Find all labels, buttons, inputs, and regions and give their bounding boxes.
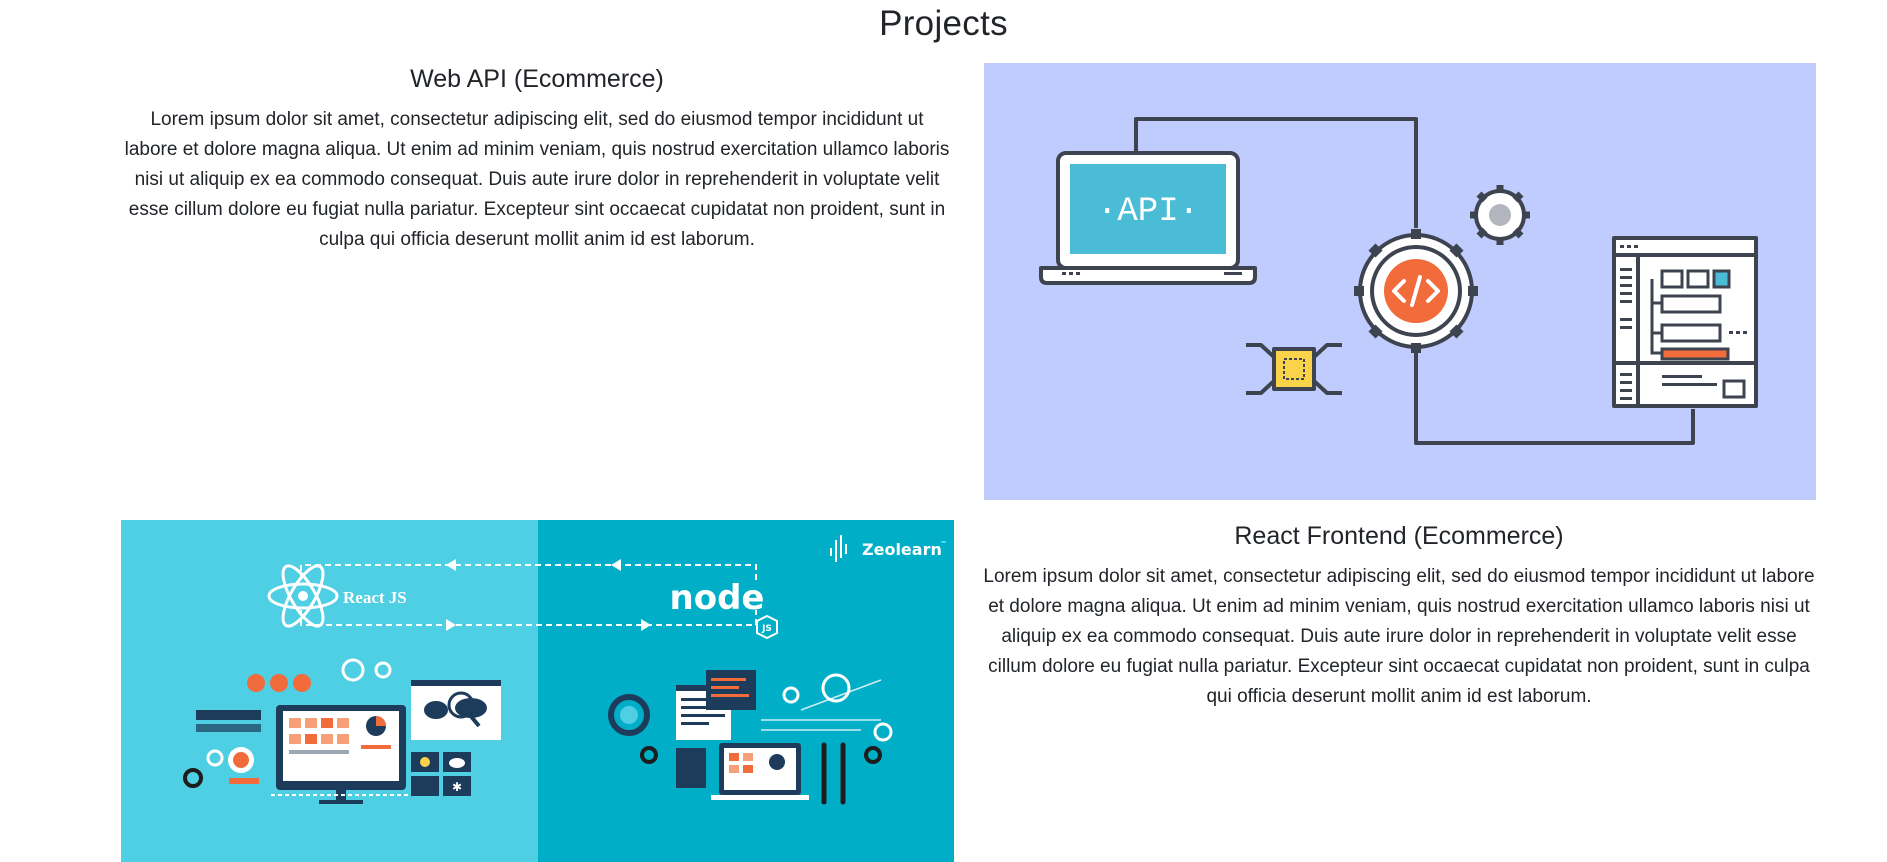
laptop-code-icon [711, 743, 809, 800]
svg-text:™: ™ [940, 540, 947, 548]
brand-label: Zeolearn [862, 540, 942, 559]
svg-text:JS: JS [761, 624, 772, 634]
react-node-illustration: React JS node JS Zeolearn ™ ✱ [121, 520, 954, 862]
react-label: React JS [343, 588, 407, 607]
project-card-react-frontend: React Frontend (Ecommerce) Lorem ipsum d… [983, 520, 1815, 712]
chip-icon [1272, 347, 1316, 391]
page-title: Projects [879, 4, 1008, 43]
laptop-base [1039, 266, 1257, 285]
svg-text:✱: ✱ [452, 780, 462, 794]
monitor-dashboard-icon [271, 705, 411, 804]
project-description: Lorem ipsum dolor sit amet, consectetur … [983, 566, 1815, 707]
web-api-illustration: ·API· [984, 63, 1816, 500]
api-screen-label: ·API· [1097, 193, 1199, 231]
project-description: Lorem ipsum dolor sit amet, consectetur … [124, 109, 950, 250]
world-map-icon [411, 680, 501, 740]
project-title: React Frontend (Ecommerce) [1234, 522, 1564, 550]
node-logo: node [670, 578, 765, 618]
project-title: Web API (Ecommerce) [410, 65, 664, 93]
project-card-web-api: Web API (Ecommerce) Lorem ipsum dolor si… [122, 63, 952, 255]
